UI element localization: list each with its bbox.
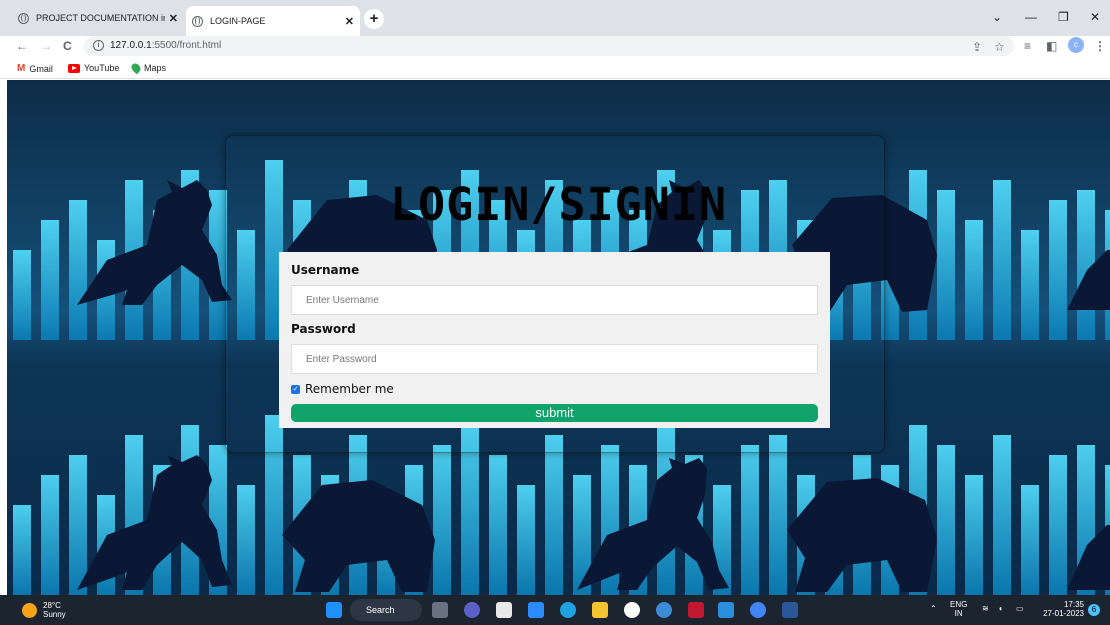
youtube-icon xyxy=(68,63,80,73)
region: IN xyxy=(954,609,963,618)
reading-list-icon[interactable]: ≡ xyxy=(1024,39,1031,53)
language: ENG xyxy=(950,600,968,609)
url-text: 127.0.0.1:5500/front.html xyxy=(110,40,221,51)
maps-icon xyxy=(129,61,143,75)
back-icon[interactable]: ← xyxy=(16,39,28,53)
file-explorer-icon[interactable] xyxy=(592,602,608,618)
browser-tab-strip: PROJECT DOCUMENTATION in p ✕ LOGIN-PAGE … xyxy=(0,0,1110,36)
bookmarks-bar: M Gmail YouTube Maps xyxy=(0,59,1110,79)
site-info-icon[interactable]: i xyxy=(93,40,104,51)
weather-condition: Sunny xyxy=(43,610,66,619)
bookmark-maps[interactable]: Maps xyxy=(129,61,167,75)
taskbar-search[interactable]: Search xyxy=(350,599,422,621)
page-title: LOGIN/SIGNIN xyxy=(389,178,728,231)
mcafee-icon[interactable] xyxy=(688,602,704,618)
search-label: Search xyxy=(366,605,395,615)
remember-me-label: Remember me xyxy=(305,382,394,396)
close-window-icon[interactable]: ✕ xyxy=(1090,10,1100,24)
login-form: Username Password ✓ Remember me submit xyxy=(279,252,830,428)
windows-taskbar: 28°C Sunny Search ⌃ ENG IN ≋ ◖ ▭ 17:35 27-0… xyxy=(0,595,1110,625)
start-menu-icon[interactable] xyxy=(326,602,342,618)
language-indicator[interactable]: ENG IN xyxy=(950,600,967,618)
zoom-icon[interactable] xyxy=(528,602,544,618)
reload-icon[interactable]: C xyxy=(63,39,72,53)
browser-toolbar: ← → C i 127.0.0.1:5500/front.html ⇪ ☆ ≡ … xyxy=(0,36,1110,59)
word-icon[interactable] xyxy=(782,602,798,618)
page-viewport: LOGIN/SIGNIN Username Password ✓ Remembe… xyxy=(7,80,1110,595)
show-hidden-icons[interactable]: ⌃ xyxy=(930,604,937,613)
chrome-icon[interactable] xyxy=(750,602,766,618)
tab-title: LOGIN-PAGE xyxy=(210,16,266,26)
bookmark-label: Maps xyxy=(144,63,167,73)
volume-icon[interactable]: ◖ xyxy=(998,604,1003,613)
task-view-icon[interactable] xyxy=(432,602,448,618)
bookmark-star-icon[interactable]: ☆ xyxy=(994,37,1005,57)
wifi-icon[interactable]: ≋ xyxy=(982,604,989,613)
store-icon[interactable] xyxy=(496,602,512,618)
menu-icon[interactable]: ⋮ xyxy=(1094,39,1106,53)
tab-title: PROJECT DOCUMENTATION in p xyxy=(36,13,165,23)
bookmark-youtube[interactable]: YouTube xyxy=(68,63,119,73)
new-tab-button[interactable]: + xyxy=(364,9,384,29)
minimize-icon[interactable]: — xyxy=(1025,10,1037,24)
sun-icon xyxy=(22,602,37,618)
share-icon[interactable]: ⇪ xyxy=(972,37,982,57)
bookmark-gmail[interactable]: M Gmail xyxy=(17,63,53,74)
notification-badge[interactable]: 6 xyxy=(1088,604,1100,616)
vscode-icon[interactable] xyxy=(718,602,734,618)
clock[interactable]: 17:35 27-01-2023 xyxy=(1040,600,1084,618)
tab-project-documentation[interactable]: PROJECT DOCUMENTATION in p ✕ xyxy=(12,6,184,30)
time: 17:35 xyxy=(1063,600,1084,609)
weather-widget[interactable]: 28°C Sunny xyxy=(22,601,66,619)
submit-button[interactable]: submit xyxy=(291,404,818,422)
side-panel-icon[interactable]: ◧ xyxy=(1046,39,1057,53)
globe-icon xyxy=(192,15,203,27)
url-path: :5500/front.html xyxy=(151,40,222,51)
screen: PROJECT DOCUMENTATION in p ✕ LOGIN-PAGE … xyxy=(0,0,1110,625)
address-bar[interactable]: i 127.0.0.1:5500/front.html ⇪ ☆ xyxy=(84,36,1014,56)
bookmark-label: YouTube xyxy=(84,63,120,73)
date: 27-01-2023 xyxy=(1043,609,1084,618)
remember-me-checkbox[interactable]: ✓ xyxy=(291,384,300,394)
bookmark-label: Gmail xyxy=(29,63,53,74)
tab-search-icon[interactable]: ⌄ xyxy=(992,10,1002,24)
edge-icon[interactable] xyxy=(560,602,576,618)
close-tab-icon[interactable]: ✕ xyxy=(345,15,354,28)
username-label: Username xyxy=(291,263,360,277)
restore-icon[interactable]: ❐ xyxy=(1058,10,1069,24)
python-icon[interactable] xyxy=(656,602,672,618)
weather-text: 28°C Sunny xyxy=(43,601,66,619)
password-label: Password xyxy=(291,322,356,336)
profile-avatar[interactable]: c xyxy=(1068,37,1084,53)
chat-icon[interactable] xyxy=(464,602,480,618)
github-icon[interactable] xyxy=(624,602,640,618)
url-host: 127.0.0.1 xyxy=(110,40,152,51)
remember-me-row[interactable]: ✓ Remember me xyxy=(291,380,819,398)
close-tab-icon[interactable]: ✕ xyxy=(169,12,178,25)
tab-login-page[interactable]: LOGIN-PAGE ✕ xyxy=(186,6,360,36)
globe-icon xyxy=(18,12,29,24)
username-input[interactable] xyxy=(291,285,818,315)
temperature: 28°C xyxy=(43,601,61,610)
forward-icon[interactable]: → xyxy=(40,39,52,53)
gmail-icon: M xyxy=(17,63,26,74)
battery-icon[interactable]: ▭ xyxy=(1016,604,1024,613)
password-input[interactable] xyxy=(291,344,818,374)
